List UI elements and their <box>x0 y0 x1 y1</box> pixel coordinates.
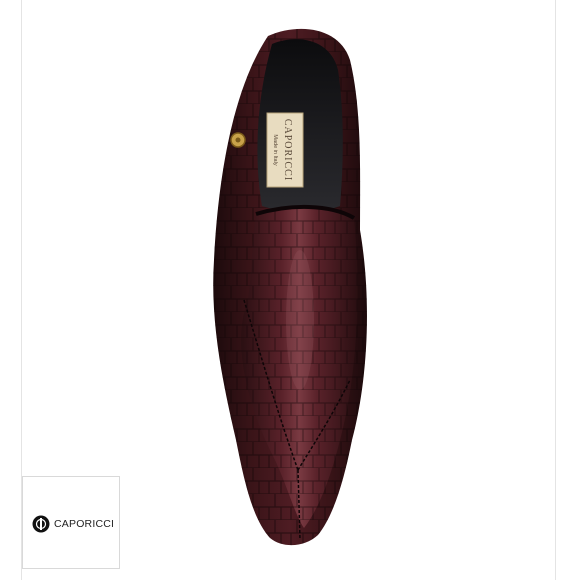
insole-brand: CAPORICCI <box>282 119 293 181</box>
brand-logo: CAPORICCI <box>32 515 114 533</box>
brand-badge[interactable]: CAPORICCI <box>22 476 120 569</box>
brand-name: CAPORICCI <box>54 518 115 530</box>
insole-origin: Made in Italy <box>272 134 278 165</box>
caporicci-logo-icon <box>32 515 50 533</box>
